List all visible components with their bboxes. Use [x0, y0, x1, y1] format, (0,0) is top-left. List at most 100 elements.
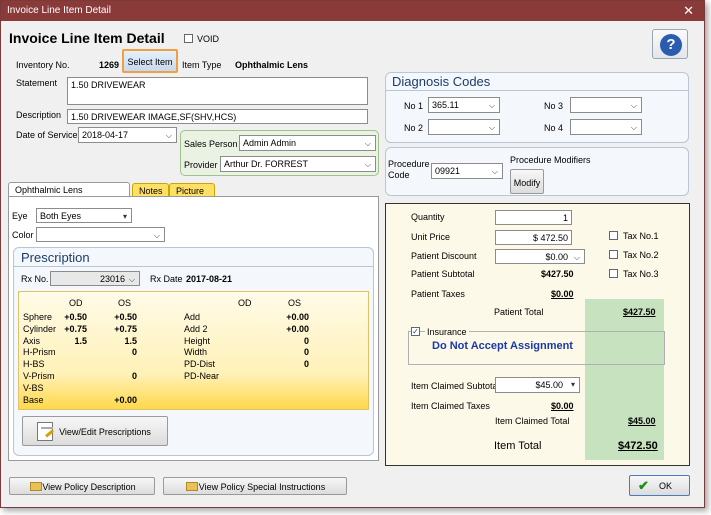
close-icon[interactable]: ✕ — [683, 3, 694, 19]
no4-label: No 4 — [544, 123, 564, 133]
rx-od-value: +0.50 — [64, 312, 87, 322]
date-of-service-value: 2018-04-17 — [82, 130, 129, 140]
eye-label: Eye — [12, 211, 28, 221]
view-policy-description-button[interactable]: View Policy Description — [9, 477, 155, 495]
rx-row-label: H-Prism — [23, 347, 56, 358]
view-policy-special-label: View Policy Special Instructions — [198, 482, 326, 492]
view-policy-special-button[interactable]: View Policy Special Instructions — [163, 477, 347, 495]
help-button[interactable]: ? — [652, 29, 688, 59]
patient-discount-value: $0.00 — [545, 252, 568, 262]
no3-label: No 3 — [544, 101, 564, 111]
no1-label: No 1 — [404, 101, 424, 111]
patient-taxes-value: $0.00 — [551, 289, 574, 299]
rx-os-value: 0 — [131, 347, 137, 358]
os-header-2: OS — [288, 298, 302, 308]
prescription-panel: Prescription Rx No. 23016 ⌵ Rx Date 2017-… — [13, 247, 374, 456]
item-type-label: Item Type — [182, 60, 222, 70]
ok-label: OK — [658, 481, 672, 491]
title-bar: Invoice Line Item Detail ✕ — [1, 1, 704, 21]
select-item-button[interactable]: Select Item — [122, 49, 178, 73]
item-claimed-taxes-label: Item Claimed Taxes — [411, 401, 490, 411]
ok-button[interactable]: ✔ OK — [629, 475, 690, 496]
no1-value: 365.11 — [432, 100, 459, 110]
sales-person-value: Admin Admin — [243, 138, 297, 148]
window-title: Invoice Line Item Detail — [7, 5, 111, 16]
statement-label: Statement — [16, 78, 58, 88]
tab-ophthalmic-lens[interactable]: Ophthalmic Lens Information — [8, 182, 130, 205]
rx-od-value: +0.75 — [64, 323, 87, 334]
statement-field[interactable]: 1.50 DRIVEWEAR — [67, 77, 368, 105]
rx-row-label: Height — [184, 335, 211, 346]
chevron-down-icon: ⌵ — [153, 231, 160, 240]
item-total-value: $472.50 — [618, 440, 658, 452]
diagnosis-no1-select[interactable]: 365.11 ⌵ — [428, 97, 500, 113]
chevron-down-icon: ⌵ — [488, 123, 495, 132]
modify-button[interactable]: Modify — [510, 169, 544, 194]
procedure-code-label: Procedure Code — [388, 159, 430, 180]
staff-panel: Sales Person Admin Admin ⌵ Provider Arthu… — [180, 130, 379, 176]
diagnosis-no3-select[interactable]: ⌵ — [570, 97, 642, 113]
rx-row-label: Sphere — [23, 312, 53, 322]
item-claimed-taxes-value: $0.00 — [551, 401, 574, 411]
od-header-2: OD — [238, 298, 252, 308]
chevron-down-icon: ⌵ — [573, 253, 580, 262]
insurance-checkbox[interactable]: ✓ — [411, 327, 420, 336]
sales-person-label: Sales Person — [184, 139, 238, 149]
rx-no-value: 23016 — [99, 274, 125, 284]
item-claimed-subtotal-select[interactable]: $45.00 ▾ — [495, 377, 580, 393]
prescription-grid: OD OS OD OS Sphere +0.50 +0.50 Cylinder +0.7… — [18, 291, 369, 410]
item-claimed-total-value: $45.00 — [628, 416, 656, 426]
tax3-label: Tax No.3 — [623, 269, 659, 279]
procedure-code-select[interactable]: 09921 ⌵ — [431, 163, 503, 179]
tab-notes[interactable]: Notes — [132, 183, 169, 197]
tax2-label: Tax No.2 — [623, 250, 659, 260]
item-claimed-subtotal-label: Item Claimed Subtotal — [411, 381, 500, 391]
rx-row-label: Axis — [23, 335, 41, 346]
eye-value: Both Eyes — [40, 211, 82, 221]
unit-price-label: Unit Price — [411, 232, 451, 242]
date-of-service-select[interactable]: 2018-04-17 ⌵ — [78, 127, 177, 143]
rx-row-label: Width — [184, 347, 208, 358]
patient-discount-select[interactable]: $0.00 ⌵ — [495, 249, 585, 264]
quantity-field[interactable]: 1 — [495, 210, 572, 225]
procedure-panel: Procedure Code 09921 ⌵ Procedure Modifier… — [385, 147, 689, 196]
prescription-title: Prescription — [21, 250, 90, 265]
void-label: VOID — [197, 34, 220, 44]
provider-label: Provider — [184, 160, 218, 170]
checkmark-icon: ✔ — [638, 478, 649, 493]
rx-date-label: Rx Date — [150, 274, 183, 284]
totals-column-bg — [585, 299, 664, 460]
void-checkbox[interactable] — [184, 34, 193, 43]
rx-row-label: Add — [184, 312, 201, 322]
tax1-checkbox[interactable] — [609, 231, 618, 240]
rx-od-value: 1.5 — [74, 335, 87, 346]
prescription-note-icon — [37, 422, 54, 441]
item-claimed-total-label: Item Claimed Total — [495, 416, 570, 426]
sales-person-select[interactable]: Admin Admin ⌵ — [239, 135, 376, 151]
help-icon: ? — [660, 34, 682, 56]
unit-price-field[interactable]: $ 472.50 — [495, 230, 572, 245]
rx-os-value: +0.75 — [114, 323, 137, 334]
diagnosis-no4-select[interactable]: ⌵ — [570, 119, 642, 135]
chevron-down-icon: ⌵ — [128, 275, 135, 284]
color-select[interactable]: ⌵ — [36, 227, 165, 242]
inventory-label: Inventory No. — [16, 60, 70, 70]
procedure-code-value: 09921 — [435, 166, 461, 176]
description-label: Description — [16, 110, 62, 120]
rx-row-label: Cylinder — [23, 323, 57, 334]
patient-subtotal-label: Patient Subtotal — [411, 269, 475, 279]
tax3-checkbox[interactable] — [609, 269, 618, 278]
diagnosis-no2-select[interactable]: ⌵ — [428, 119, 500, 135]
date-of-service-label: Date of Service — [16, 130, 78, 140]
tab-content: Eye Both Eyes ▾ Color ⌵ Prescription Rx N… — [8, 196, 379, 461]
rx-date-value: 2017-08-21 — [186, 274, 233, 284]
eye-select[interactable]: Both Eyes ▾ — [36, 208, 132, 223]
dialog-window: Invoice Line Item Detail ✕ Invoice Line … — [0, 0, 705, 508]
rx-row-label: PD-Near — [184, 371, 220, 381]
rx-no-select[interactable]: 23016 ⌵ — [50, 271, 140, 286]
tax2-checkbox[interactable] — [609, 250, 618, 259]
tab-picture[interactable]: Picture — [169, 183, 215, 197]
view-edit-prescriptions-button[interactable]: View/Edit Prescriptions — [22, 416, 168, 446]
provider-select[interactable]: Arthur Dr. FORREST ⌵ — [220, 156, 376, 172]
description-field[interactable]: 1.50 DRIVEWEAR IMAGE,SF(SHV,HCS) — [67, 109, 368, 124]
